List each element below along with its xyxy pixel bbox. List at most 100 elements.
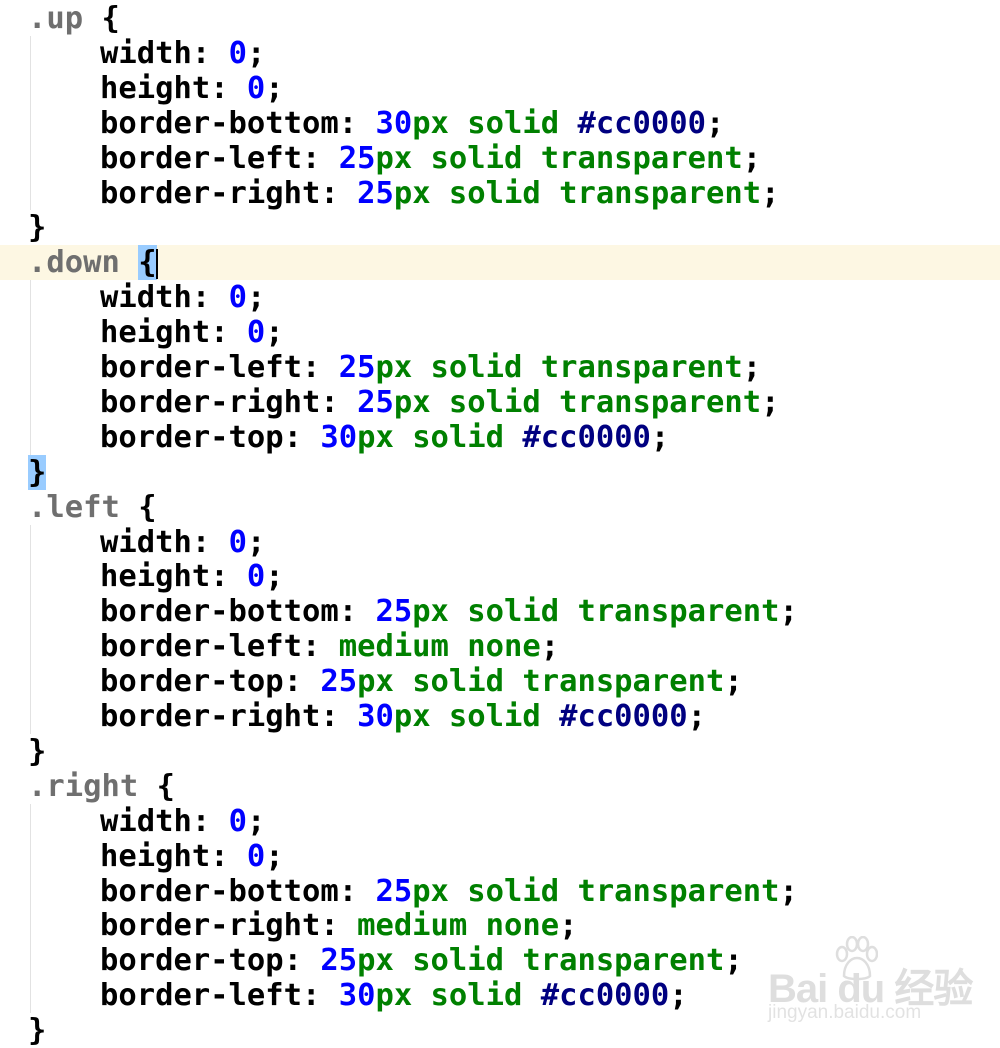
css-property: width <box>100 524 192 560</box>
semicolon: ; <box>265 70 284 106</box>
css-number: 25 <box>320 664 358 700</box>
css-number: 25 <box>357 175 394 211</box>
colon: : <box>283 943 321 979</box>
css-keyword: px solid <box>375 978 541 1014</box>
css-selector: .down <box>28 245 120 281</box>
css-property: border-left <box>100 978 302 1014</box>
code-line[interactable]: border-right: 30px solid #cc0000; <box>0 699 1000 734</box>
css-property: border-bottom <box>100 594 339 630</box>
code-line[interactable]: height: 0; <box>0 559 1000 594</box>
code-line[interactable]: height: 0; <box>0 315 1000 350</box>
css-property: border-right <box>100 175 321 211</box>
semicolon: ; <box>669 978 688 1014</box>
code-line[interactable]: .down { <box>0 245 1000 281</box>
open-brace: { <box>156 768 175 804</box>
css-number: 0 <box>246 315 266 351</box>
close-brace: } <box>28 733 47 769</box>
code-line[interactable]: width: 0; <box>0 525 1000 560</box>
code-line[interactable]: border-bottom: 25px solid transparent; <box>0 874 1000 909</box>
code-line[interactable]: height: 0; <box>0 839 1000 874</box>
css-number: 0 <box>228 524 247 560</box>
text-cursor <box>155 248 158 279</box>
code-line[interactable]: border-left: 25px solid transparent; <box>0 350 1000 385</box>
code-line[interactable]: width: 0; <box>0 280 1000 315</box>
css-number: 30 <box>338 978 376 1014</box>
code-line[interactable]: border-right: 25px solid transparent; <box>0 385 1000 420</box>
code-line[interactable]: width: 0; <box>0 36 1000 71</box>
css-number: 25 <box>375 594 413 630</box>
css-number: 25 <box>375 873 413 909</box>
css-keyword: px solid <box>393 699 560 734</box>
css-keyword: px solid transparent <box>375 140 743 176</box>
colon: : <box>210 315 247 351</box>
code-line[interactable]: } <box>0 734 1000 769</box>
colon: : <box>191 524 229 560</box>
code-line[interactable]: height: 0; <box>0 71 1000 106</box>
colon: : <box>320 908 358 944</box>
code-line[interactable]: } <box>0 454 1000 490</box>
code-line[interactable]: border-top: 25px solid transparent; <box>0 664 1000 699</box>
code-line[interactable]: width: 0; <box>0 804 1000 839</box>
css-number: 30 <box>375 105 413 141</box>
css-keyword: medium none <box>338 629 541 665</box>
semicolon: ; <box>265 315 284 351</box>
css-number: 25 <box>357 384 394 420</box>
css-property: height <box>100 315 211 351</box>
close-brace: } <box>28 210 47 246</box>
css-keyword: px solid transparent <box>412 594 780 630</box>
code-line[interactable]: border-right: 25px solid transparent; <box>0 176 1000 211</box>
code-line[interactable]: .left { <box>0 490 1000 525</box>
css-color-value: #cc0000 <box>522 419 651 455</box>
css-property: height <box>100 70 211 106</box>
code-editor[interactable]: .up {width: 0; height: 0; border-bottom: 3… <box>0 0 1000 1048</box>
semicolon: ; <box>265 559 284 595</box>
semicolon: ; <box>706 105 725 141</box>
code-line[interactable]: border-left: medium none; <box>0 629 1000 664</box>
indent-guide <box>30 524 31 734</box>
indent-guide <box>30 803 31 1014</box>
css-property: width <box>100 803 192 839</box>
css-color-value: #cc0000 <box>577 105 706 141</box>
css-selector: .right <box>28 768 139 804</box>
close-brace: } <box>28 454 47 490</box>
css-property: border-left <box>100 140 302 176</box>
css-number: 0 <box>246 559 266 595</box>
colon: : <box>320 699 358 734</box>
code-line[interactable]: .up { <box>0 1 1000 36</box>
code-line[interactable]: .right { <box>0 769 1000 804</box>
colon: : <box>191 35 229 71</box>
css-property: border-top <box>100 943 284 979</box>
colon: : <box>283 664 321 700</box>
css-property: border-top <box>100 664 284 700</box>
semicolon: ; <box>246 35 266 71</box>
colon: : <box>283 419 321 455</box>
colon: : <box>302 140 339 176</box>
colon: : <box>338 105 376 141</box>
css-keyword: px solid <box>412 105 578 141</box>
css-keyword: px solid transparent <box>357 943 725 979</box>
colon: : <box>320 384 358 420</box>
code-line[interactable]: border-left: 25px solid transparent; <box>0 141 1000 176</box>
css-property: width <box>100 35 192 71</box>
css-property: height <box>100 559 211 595</box>
code-line[interactable]: border-bottom: 25px solid transparent; <box>0 594 1000 629</box>
css-number: 0 <box>228 280 247 316</box>
code-line[interactable]: } <box>0 210 1000 245</box>
css-number: 0 <box>246 70 266 106</box>
colon: : <box>302 629 339 665</box>
css-number: 0 <box>228 803 247 839</box>
css-color-value: #cc0000 <box>559 699 688 734</box>
css-color-value: #cc0000 <box>540 978 670 1014</box>
css-keyword: px solid transparent <box>393 384 762 420</box>
semicolon: ; <box>246 280 266 316</box>
semicolon: ; <box>559 908 578 944</box>
semicolon: ; <box>246 524 266 560</box>
colon: : <box>338 594 376 630</box>
css-property: border-right <box>100 908 321 944</box>
css-selector: .up <box>28 1 84 36</box>
semicolon: ; <box>761 175 780 211</box>
code-line[interactable]: border-top: 30px solid #cc0000; <box>0 420 1000 455</box>
code-line[interactable]: border-bottom: 30px solid #cc0000; <box>0 106 1000 141</box>
close-brace: } <box>28 1013 47 1048</box>
semicolon: ; <box>724 664 743 700</box>
